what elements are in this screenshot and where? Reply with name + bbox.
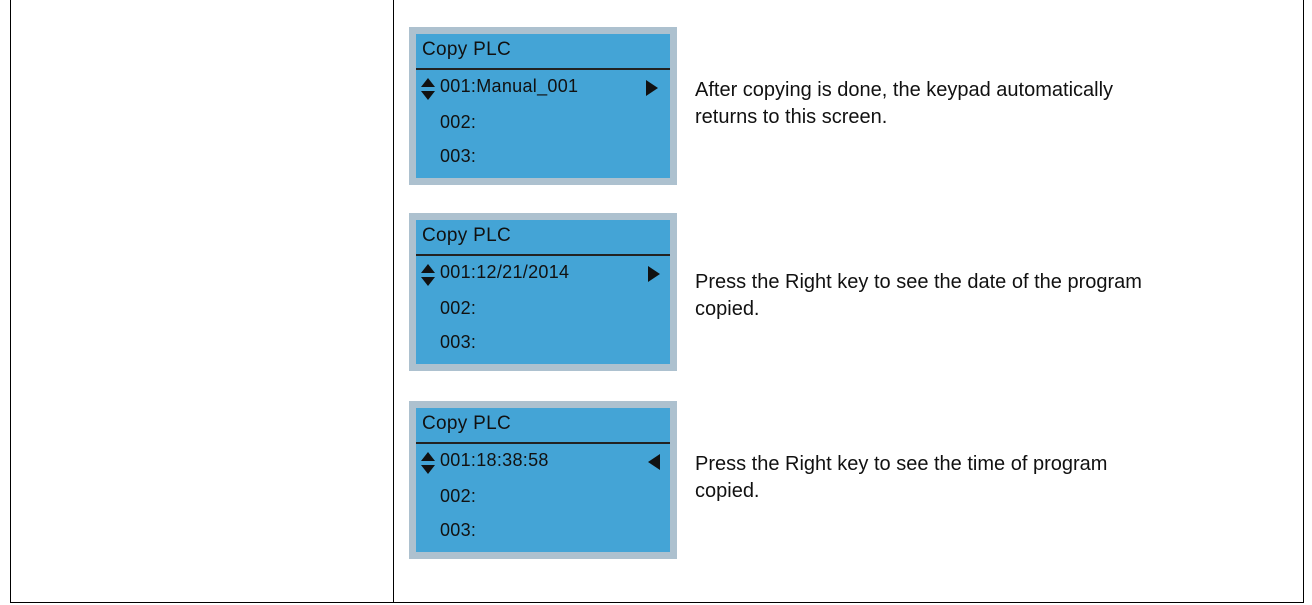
lcd-row-2: 002: (440, 486, 477, 506)
description-line-2: returns to this screen. (695, 106, 888, 128)
lcd-title: Copy PLC (422, 39, 511, 60)
up-down-icon (421, 78, 435, 100)
lcd-row-3: 003: (440, 146, 477, 166)
lcd-screen-frame: Copy PLC 001:Manual_001 002: 003: (409, 27, 677, 185)
description-line-2: copied. (695, 480, 760, 502)
lcd-screen: Copy PLC 001:Manual_001 002: 003: (416, 34, 670, 178)
lcd-title: Copy PLC (422, 225, 511, 246)
left-arrow-icon (648, 454, 660, 470)
lcd-screen-frame: Copy PLC 001:18:38:58 002: 003: (409, 401, 677, 559)
step-description: Press the Right key to see the date of t… (695, 269, 1142, 323)
description-line-1: Press the Right key to see the time of p… (695, 453, 1108, 475)
step-description: Press the Right key to see the time of p… (695, 451, 1107, 505)
lcd-title: Copy PLC (422, 413, 511, 434)
instruction-table: Copy PLC 001:Manual_001 002: 003: After … (10, 0, 1304, 603)
lcd-title-rule (416, 68, 670, 70)
lcd-screen-frame: Copy PLC 001:12/21/2014 002: 003: (409, 213, 677, 371)
lcd-row-1: 001:Manual_001 (440, 76, 579, 96)
lcd-screen: Copy PLC 001:12/21/2014 002: 003: (416, 220, 670, 364)
lcd-row-1: 001:12/21/2014 (440, 262, 570, 282)
lcd-title-rule (416, 442, 670, 444)
right-arrow-icon (648, 266, 660, 282)
lcd-row-3: 003: (440, 520, 477, 540)
description-line-2: copied. (695, 298, 760, 320)
lcd-row-2: 002: (440, 298, 477, 318)
description-line-1: After copying is done, the keypad automa… (695, 79, 1114, 101)
lcd-row-3: 003: (440, 332, 477, 352)
description-line-1: Press the Right key to see the date of t… (695, 271, 1142, 293)
lcd-title-rule (416, 254, 670, 256)
up-down-icon (421, 264, 435, 286)
step-description: After copying is done, the keypad automa… (695, 77, 1113, 131)
lcd-row-2: 002: (440, 112, 477, 132)
right-arrow-icon (646, 80, 658, 96)
lcd-screen: Copy PLC 001:18:38:58 002: 003: (416, 408, 670, 552)
up-down-icon (421, 452, 435, 474)
column-divider (393, 0, 394, 602)
lcd-row-1: 001:18:38:58 (440, 450, 549, 470)
